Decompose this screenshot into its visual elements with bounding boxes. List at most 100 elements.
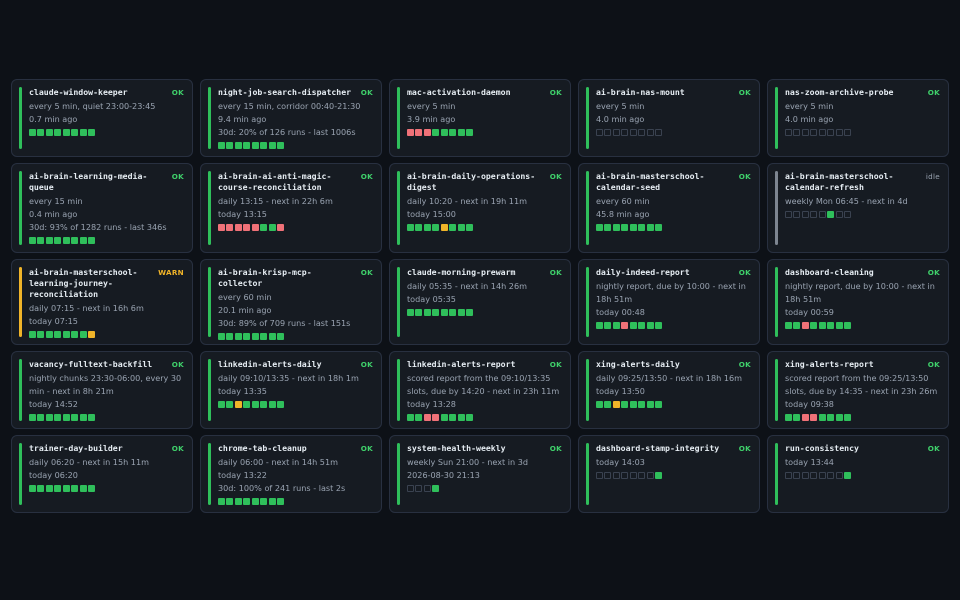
run-cell-ok — [29, 414, 36, 421]
job-detail: 0.4 min ago — [29, 209, 78, 219]
run-cell-ok — [54, 237, 62, 244]
job-card[interactable]: chrome-tab-cleanup OK daily 06:00 - next i… — [200, 435, 382, 513]
run-history — [407, 129, 562, 136]
status-badge: OK — [738, 268, 751, 277]
run-cell-ok — [466, 129, 474, 136]
job-card[interactable]: trainer-day-builder OK daily 06:20 - next … — [11, 435, 193, 513]
run-cell-ok — [596, 322, 603, 329]
run-cell-ok — [268, 142, 276, 149]
job-card[interactable]: ai-brain-nas-mount OK every 5 min 4.0 min a… — [578, 79, 760, 157]
job-card[interactable]: ai-brain-ai-anti-magic-course-reconcilia… — [200, 163, 382, 253]
job-card[interactable]: nas-zoom-archive-probe OK every 5 min 4.0 m… — [767, 79, 949, 157]
run-cell-ok — [260, 142, 268, 149]
status-bar — [586, 171, 589, 245]
job-card[interactable]: linkedin-alerts-report OK scored report fr… — [389, 351, 571, 429]
job-card[interactable]: xing-alerts-daily OK daily 09:25/13:50 - n… — [578, 351, 760, 429]
status-badge: OK — [171, 88, 184, 97]
run-cell-ok — [71, 237, 79, 244]
run-cell-no-run — [818, 472, 826, 479]
job-detail: 9.4 min ago — [218, 114, 267, 124]
run-cell-ok — [79, 237, 87, 244]
run-cell-ok — [844, 414, 852, 421]
job-detail: today 00:59 — [785, 307, 834, 317]
job-card[interactable]: ai-brain-daily-operations-digest OK daily … — [389, 163, 571, 253]
run-cell-ok — [251, 333, 259, 340]
run-cell-ok — [251, 401, 259, 408]
run-cell-fail — [621, 322, 629, 329]
run-cell-ok — [432, 224, 440, 231]
run-cell-ok — [844, 472, 852, 479]
job-card-header: run-consistency OK — [785, 443, 940, 454]
job-detail: today 13:50 — [596, 386, 645, 396]
job-card[interactable]: dashboard-stamp-integrity OK today 14:03 — [578, 435, 760, 513]
run-cell-ok — [45, 331, 53, 338]
job-schedule: nightly report, due by 10:00 - next in 1… — [785, 281, 935, 304]
run-cell-ok — [793, 414, 801, 421]
status-bar — [397, 87, 400, 149]
job-detail: 45.8 min ago — [596, 209, 650, 219]
run-cell-ok — [226, 333, 234, 340]
run-history — [596, 401, 751, 408]
job-card[interactable]: vacancy-fulltext-backfill OK nightly chunk… — [11, 351, 193, 429]
job-card[interactable]: ai-brain-masterschool-learning-journey-r… — [11, 259, 193, 345]
run-cell-ok — [457, 129, 465, 136]
job-card[interactable]: ai-brain-masterschool-calendar-seed OK eve… — [578, 163, 760, 253]
status-badge: OK — [171, 360, 184, 369]
job-card[interactable]: ai-brain-krisp-mcp-collector OK every 60 m… — [200, 259, 382, 345]
run-cell-ok — [638, 322, 646, 329]
run-cell-no-run — [793, 211, 801, 218]
run-cell-ok — [407, 414, 414, 421]
status-badge: OK — [360, 444, 373, 453]
job-card-header: ai-brain-nas-mount OK — [596, 87, 751, 98]
job-detail: today 06:20 — [29, 470, 78, 480]
run-cell-fail — [423, 129, 431, 136]
job-name: ai-brain-daily-operations-digest — [407, 171, 536, 192]
run-history — [29, 237, 184, 244]
run-cell-ok — [810, 322, 818, 329]
run-cell-ok — [604, 401, 612, 408]
job-card[interactable]: daily-indeed-report OK nightly report, due… — [578, 259, 760, 345]
run-cell-ok — [71, 331, 79, 338]
job-card[interactable]: ai-brain-learning-media-queue OK every 15 … — [11, 163, 193, 253]
job-card[interactable]: claude-morning-prewarm OK daily 05:35 - ne… — [389, 259, 571, 345]
run-cell-ok — [466, 309, 474, 316]
job-card[interactable]: dashboard-cleaning OK nightly report, due … — [767, 259, 949, 345]
job-detail: 30d: 100% of 241 runs - last 2s — [218, 483, 346, 493]
run-cell-fail — [415, 129, 423, 136]
status-bar — [19, 87, 22, 149]
run-cell-no-run — [604, 129, 612, 136]
run-cell-no-run — [827, 472, 835, 479]
run-cell-ok — [457, 414, 465, 421]
job-card-header: xing-alerts-report OK — [785, 359, 940, 370]
run-cell-ok — [62, 237, 70, 244]
job-schedule: every 60 min — [218, 292, 272, 302]
job-card-header: vacancy-fulltext-backfill OK — [29, 359, 184, 370]
run-cell-no-run — [596, 129, 603, 136]
job-card[interactable]: claude-window-keeper OK every 5 min, quiet… — [11, 79, 193, 157]
job-schedule: every 15 min, corridor 00:40-21:30 — [218, 101, 361, 111]
run-cell-ok — [277, 142, 285, 149]
run-cell-no-run — [638, 129, 646, 136]
run-cell-ok — [88, 485, 96, 492]
run-history — [29, 485, 184, 492]
job-card[interactable]: system-health-weekly OK weekly Sun 21:00 -… — [389, 435, 571, 513]
run-cell-ok — [62, 331, 70, 338]
job-card-header: daily-indeed-report OK — [596, 267, 751, 278]
status-badge: idle — [925, 172, 940, 181]
run-cell-no-run — [844, 211, 852, 218]
run-cell-ok — [407, 224, 414, 231]
job-card[interactable]: mac-activation-daemon OK every 5 min 3.9 mi… — [389, 79, 571, 157]
job-card[interactable]: night-job-search-dispatcher OK every 15 mi… — [200, 79, 382, 157]
run-cell-ok — [655, 401, 663, 408]
run-cell-ok — [79, 129, 87, 136]
job-schedule: daily 13:15 - next in 22h 6m — [218, 196, 333, 206]
run-cell-fail — [432, 414, 440, 421]
job-card[interactable]: xing-alerts-report OK scored report from t… — [767, 351, 949, 429]
run-cell-ok — [466, 224, 474, 231]
run-cell-no-run — [646, 129, 654, 136]
job-card[interactable]: linkedin-alerts-daily OK daily 09:10/13:35… — [200, 351, 382, 429]
run-cell-ok — [440, 309, 448, 316]
run-cell-no-run — [793, 472, 801, 479]
job-card[interactable]: run-consistency OK today 13:44 — [767, 435, 949, 513]
job-card[interactable]: ai-brain-masterschool-calendar-refresh id… — [767, 163, 949, 253]
